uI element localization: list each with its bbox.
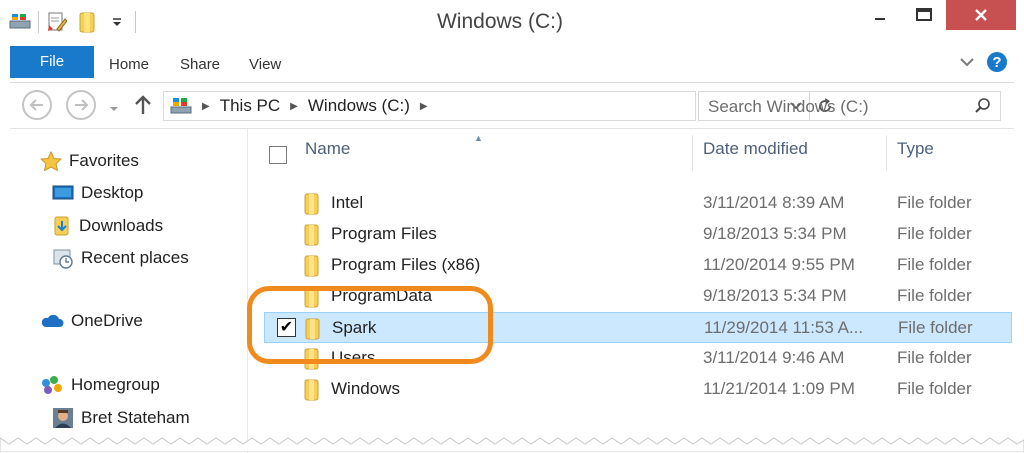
folder-icon [302,255,322,282]
file-date-modified: 9/18/2013 5:34 PM [703,224,847,243]
up-button[interactable] [134,94,152,121]
back-button[interactable] [22,90,52,120]
column-header-name[interactable]: Name [305,139,350,159]
nav-onedrive-label: OneDrive [71,311,143,330]
file-date-modified: 3/11/2014 9:46 AM [703,348,845,367]
nav-favorites[interactable]: Favorites [40,151,139,171]
up-arrow-icon [135,95,151,114]
nav-recent-places[interactable]: Recent places [52,247,189,269]
search-icon[interactable] [974,97,992,120]
file-type: File folder [898,318,973,337]
onedrive-icon [41,314,64,327]
column-divider[interactable] [692,135,693,171]
table-row[interactable]: Program Files 9/18/2013 5:34 PM File folde… [264,219,1012,250]
address-bar[interactable]: ▶ This PC ▶ Windows (C:) ▶ [163,91,831,121]
annotation-highlight-ring [247,286,493,364]
minimize-button[interactable] [858,0,902,30]
nav-recent-places-label: Recent places [81,248,189,267]
breadcrumb-separator-icon[interactable]: ▶ [290,101,298,112]
nav-desktop[interactable]: Desktop [52,183,143,203]
minimize-icon [875,18,885,20]
chevron-down-icon [110,107,118,111]
column-header-date-modified[interactable]: Date modified [703,139,808,159]
file-date-modified: 11/29/2014 11:53 A... [704,318,864,337]
nav-user-bret-stateham[interactable]: Bret Stateham [52,407,190,429]
main-area: Favorites Desktop Downloads Recent place… [10,128,1014,453]
folder-icon [302,224,322,251]
nav-homegroup[interactable]: Homegroup [40,375,160,395]
breadcrumb-separator-icon[interactable]: ▶ [202,101,210,112]
title-bar: Windows (C:) [0,0,1024,44]
forward-arrow-icon [75,99,89,111]
sort-ascending-icon: ▲ [474,133,483,143]
file-type: File folder [897,286,972,305]
help-button[interactable]: ? [986,52,1008,72]
back-arrow-icon [29,99,43,111]
search-input[interactable]: Search Windows (C:) [698,91,1001,121]
maximize-icon [916,8,932,21]
forward-button[interactable] [66,90,96,120]
homegroup-icon [42,376,62,394]
close-button[interactable] [946,0,1016,30]
star-icon [40,151,62,171]
file-type: File folder [897,193,972,212]
explorer-window: Windows (C:) File Home Share View ? ▶ Th… [0,0,1024,453]
chevron-down-icon [960,58,974,67]
avatar [53,408,73,428]
file-type: File folder [897,348,972,367]
nav-favorites-label: Favorites [69,151,139,170]
desktop-icon [52,185,74,200]
file-date-modified: 3/11/2014 8:39 AM [703,193,845,212]
file-date-modified: 11/21/2014 1:09 PM [703,379,855,398]
tab-view[interactable]: View [249,46,281,78]
file-name[interactable]: Intel [331,193,363,213]
file-type: File folder [897,224,972,243]
breadcrumb-windows-c[interactable]: Windows (C:) [308,96,410,116]
column-header-type[interactable]: Type [897,139,934,159]
table-row[interactable]: Windows 11/21/2014 1:09 PM File folder [264,374,1012,405]
file-type: File folder [897,255,972,274]
folder-icon [302,379,322,406]
select-all-checkbox[interactable] [269,146,287,164]
svg-text:?: ? [992,54,1001,71]
column-divider[interactable] [886,135,887,171]
breadcrumb-separator-icon[interactable]: ▶ [420,101,428,112]
recent-locations-button[interactable] [109,100,119,118]
nav-desktop-label: Desktop [81,183,144,202]
table-row[interactable]: Intel 3/11/2014 8:39 AM File folder [264,188,1012,219]
recent-places-icon [53,249,73,269]
nav-homegroup-label: Homegroup [71,375,160,394]
tab-file[interactable]: File [10,46,94,78]
nav-user-label: Bret Stateham [81,408,190,427]
this-pc-icon [170,96,192,116]
navigation-pane: Favorites Desktop Downloads Recent place… [10,129,247,453]
maximize-button[interactable] [902,0,946,30]
nav-onedrive[interactable]: OneDrive [40,311,143,331]
table-row[interactable]: Program Files (x86) 11/20/2014 9:55 PM Fil… [264,250,1012,281]
file-type: File folder [897,379,972,398]
tab-home[interactable]: Home [109,46,149,78]
file-date-modified: 9/18/2013 5:34 PM [703,286,847,305]
file-name[interactable]: Program Files (x86) [331,255,480,275]
search-placeholder: Search Windows (C:) [708,97,869,116]
ribbon-tabs: File Home Share View [10,46,1014,78]
help-icon: ? [987,52,1007,72]
file-name[interactable]: Program Files [331,224,437,244]
downloads-icon [54,216,69,236]
folder-icon [302,193,322,220]
close-icon [975,9,987,21]
file-name[interactable]: Windows [331,379,400,399]
torn-edge [0,437,1024,452]
tab-share[interactable]: Share [180,46,220,78]
breadcrumb-this-pc[interactable]: This PC [220,96,280,116]
nav-downloads[interactable]: Downloads [52,215,163,237]
navigation-bar: ▶ This PC ▶ Windows (C:) ▶ Search Window… [10,82,1014,129]
window-title: Windows (C:) [436,10,563,33]
file-date-modified: 11/20/2014 9:55 PM [703,255,855,274]
nav-downloads-label: Downloads [79,216,164,235]
expand-ribbon-button[interactable] [957,52,977,72]
